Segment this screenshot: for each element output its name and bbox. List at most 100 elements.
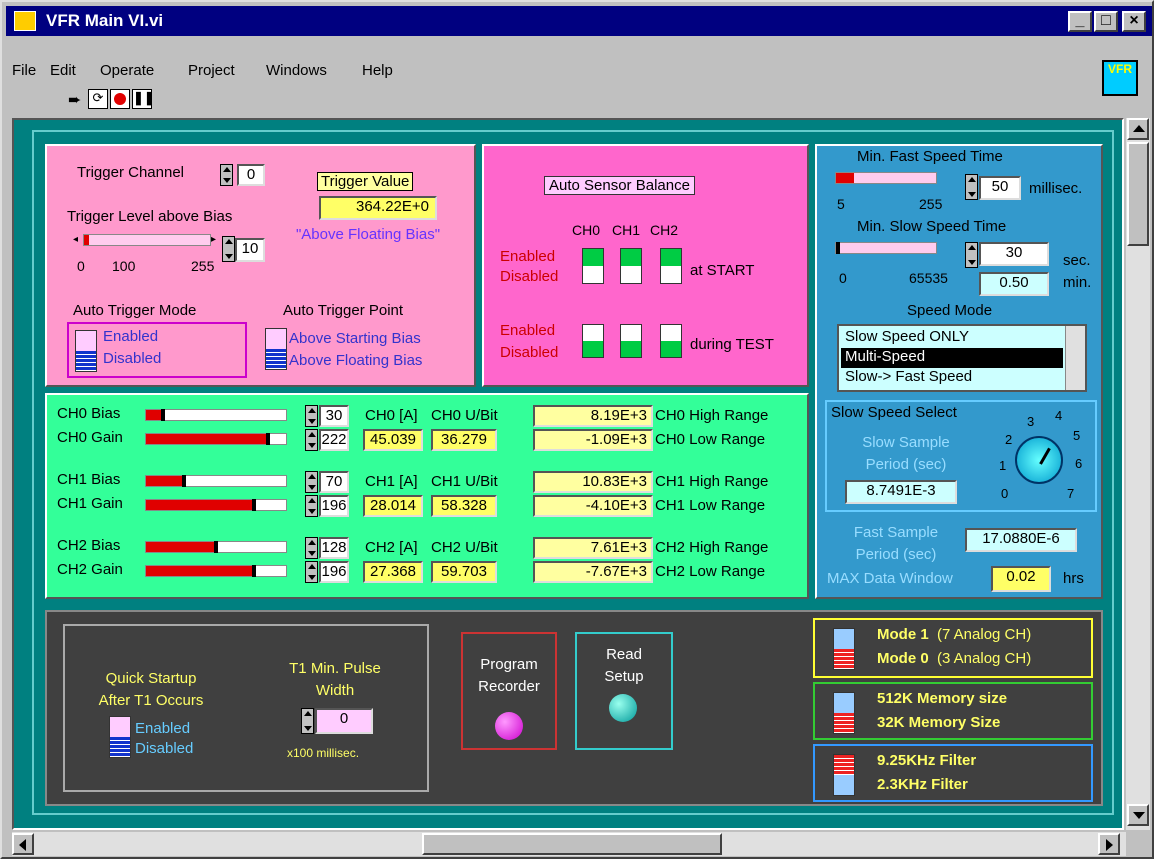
balance-ch0-test-toggle[interactable] — [582, 324, 604, 358]
fast-speed-slider[interactable] — [835, 172, 937, 184]
trigger-level-value[interactable]: 10 — [235, 238, 265, 262]
ch-bias-knob[interactable] — [181, 475, 186, 487]
scroll-right-button[interactable] — [1098, 833, 1120, 855]
slider-left-arrow-icon[interactable]: ◂ — [73, 234, 78, 245]
continuous-run-icon[interactable]: ⟳ — [88, 89, 108, 109]
quick-enabled-label: Enabled — [135, 720, 191, 737]
balance-ch1-test-toggle[interactable] — [620, 324, 642, 358]
speed-mode-option-0[interactable]: Slow Speed ONLY — [841, 328, 1063, 348]
read-setup-button[interactable]: Read Setup — [575, 632, 673, 750]
fast-sample-value: 17.0880E-6 — [965, 528, 1077, 552]
trigger-level-slider[interactable] — [83, 234, 211, 246]
max-window-label: MAX Data Window — [827, 570, 953, 587]
ch-gain-knob[interactable] — [251, 499, 256, 511]
vfr-icon: VFR — [1102, 60, 1138, 96]
fast-speed-value[interactable]: 50 — [979, 176, 1021, 200]
t1-spinner[interactable] — [301, 708, 314, 734]
t1-value[interactable]: 0 — [315, 708, 373, 734]
slow-speed-knob[interactable] — [836, 242, 840, 254]
speed-mode-listbox[interactable]: Slow Speed ONLY Multi-Speed Slow-> Fast … — [837, 324, 1087, 392]
quick-startup-label: Quick Startup After T1 Occurs — [98, 670, 204, 709]
program-recorder-button[interactable]: Program Recorder — [461, 632, 557, 750]
scroll-left-button[interactable] — [12, 833, 34, 855]
menu-help[interactable]: Help — [362, 62, 393, 79]
slow-speed-label: Min. Slow Speed Time — [857, 218, 1007, 235]
ch-bias-slider[interactable] — [145, 409, 287, 421]
ch-bias-spinner[interactable] — [305, 471, 318, 493]
ch-bias-knob[interactable] — [160, 409, 165, 421]
slow-sample-value: 8.7491E-3 — [845, 480, 957, 504]
fast-speed-unit: millisec. — [1029, 180, 1083, 197]
run-arrow-icon[interactable]: ➨ — [68, 90, 86, 109]
fast-speed-label: Min. Fast Speed Time — [857, 148, 1003, 165]
balance-ch2-test-toggle[interactable] — [660, 324, 682, 358]
speed-mode-scrollbar[interactable] — [1065, 326, 1085, 390]
ch-gain-spinner[interactable] — [305, 561, 318, 583]
ch-gain-spinner[interactable] — [305, 495, 318, 517]
trigger-channel-value[interactable]: 0 — [237, 164, 265, 186]
ch-gain-spinner[interactable] — [305, 429, 318, 451]
ch-gain-slider[interactable] — [145, 565, 287, 577]
close-button[interactable]: × — [1122, 11, 1146, 32]
ch-gain-value[interactable]: 222 — [319, 429, 349, 451]
menu-operate[interactable]: Operate — [100, 62, 154, 79]
balance-ch0-start-toggle[interactable] — [582, 248, 604, 284]
ch-bias-value[interactable]: 30 — [319, 405, 349, 427]
ch-gain-slider[interactable] — [145, 499, 287, 511]
slow-minutes-value: 0.50 — [979, 272, 1049, 296]
slow-speed-slider[interactable] — [835, 242, 937, 254]
pause-icon[interactable]: ❚❚ — [132, 89, 155, 109]
ch-a-label: CH1 [A] — [365, 473, 418, 490]
scroll-down-button[interactable] — [1127, 804, 1149, 826]
ch-bias-spinner[interactable] — [305, 537, 318, 559]
ch-high-label: CH1 High Range — [655, 473, 769, 490]
mode-toggle[interactable] — [833, 628, 855, 670]
fast-speed-spinner[interactable] — [965, 174, 978, 200]
minimize-button[interactable]: _ — [1068, 11, 1092, 32]
ch-gain-slider[interactable] — [145, 433, 287, 445]
ch-gain-label: CH1 Gain — [57, 495, 123, 512]
menu-file[interactable]: File — [12, 62, 36, 79]
speed-mode-option-1[interactable]: Multi-Speed — [841, 348, 1063, 368]
ch-gain-value[interactable]: 196 — [319, 495, 349, 517]
auto-trigger-mode-toggle[interactable] — [75, 330, 97, 372]
slow-speed-spinner[interactable] — [965, 242, 978, 268]
balance-ch2-start-toggle[interactable] — [660, 248, 682, 284]
window-title: VFR Main VI.vi — [46, 11, 164, 30]
vertical-scrollbar[interactable] — [1126, 118, 1150, 830]
maximize-button[interactable]: □ — [1094, 11, 1118, 32]
horizontal-scroll-thumb[interactable] — [422, 833, 722, 855]
ch-bias-value[interactable]: 128 — [319, 537, 349, 559]
memory-toggle[interactable] — [833, 692, 855, 734]
balance-ch1-start-toggle[interactable] — [620, 248, 642, 284]
ch-gain-knob[interactable] — [265, 433, 270, 445]
title-bar: VFR Main VI.vi _ □ × — [6, 6, 1152, 36]
menu-project[interactable]: Project — [188, 62, 235, 79]
ch-bias-value[interactable]: 70 — [319, 471, 349, 493]
ch-bias-knob[interactable] — [214, 541, 218, 553]
vertical-scroll-thumb[interactable] — [1127, 142, 1149, 246]
ch-low-value: -1.09E+3 — [533, 429, 653, 451]
quick-startup-toggle[interactable] — [109, 716, 131, 758]
horizontal-scrollbar[interactable] — [12, 832, 1126, 856]
ch-bias-spinner[interactable] — [305, 405, 318, 427]
abort-icon[interactable] — [110, 89, 130, 109]
auto-trigger-point-toggle[interactable] — [265, 328, 287, 370]
ch-gain-value[interactable]: 196 — [319, 561, 349, 583]
ch-gain-label: CH2 Gain — [57, 561, 123, 578]
scroll-up-button[interactable] — [1127, 118, 1149, 140]
menu-edit[interactable]: Edit — [50, 62, 76, 79]
ch-bias-slider[interactable] — [145, 475, 287, 487]
trigger-channel-spinner[interactable] — [220, 164, 233, 186]
balance-ch1-label: CH1 — [612, 222, 641, 238]
floating-bias-note: "Above Floating Bias" — [295, 226, 441, 243]
slow-speed-dial[interactable] — [1015, 436, 1063, 484]
speed-mode-option-2[interactable]: Slow-> Fast Speed — [841, 368, 1063, 388]
ch-gain-knob[interactable] — [251, 565, 256, 577]
trigger-level-spinner[interactable] — [222, 236, 235, 262]
ch-bias-slider[interactable] — [145, 541, 287, 553]
filter-toggle[interactable] — [833, 754, 855, 796]
slow-speed-value[interactable]: 30 — [979, 242, 1049, 266]
menu-windows[interactable]: Windows — [266, 62, 327, 79]
slider-right-arrow-icon[interactable]: ▸ — [211, 234, 216, 245]
